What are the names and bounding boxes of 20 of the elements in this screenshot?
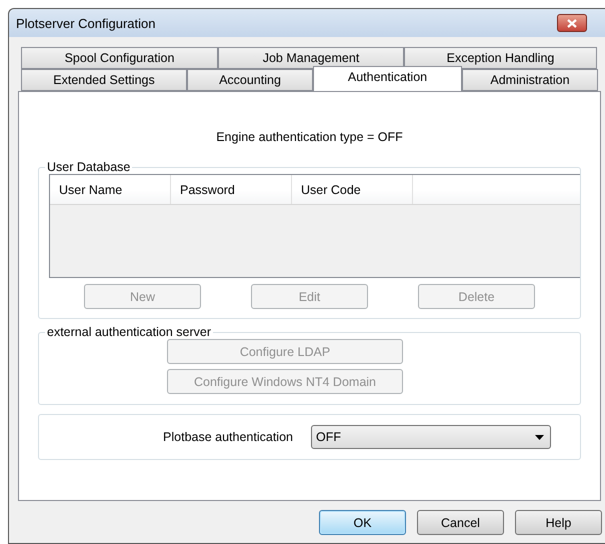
tab[interactable]: Exception Handling	[404, 47, 597, 69]
engine-status-text: Engine authentication type = OFF	[215, 130, 404, 144]
plotbase-dropdown[interactable]: OFF	[311, 425, 551, 449]
tab[interactable]: Accounting	[187, 69, 313, 91]
group-title: external authentication server	[46, 325, 212, 339]
dialog-button[interactable]: OK	[319, 510, 406, 535]
tab[interactable]: Job Management	[218, 47, 404, 69]
user-list[interactable]: User Name Password User Code	[49, 174, 580, 278]
group-title: User Database	[46, 160, 132, 174]
tab[interactable]: Spool Configuration	[21, 47, 218, 69]
dialog-button[interactable]: Cancel	[417, 510, 504, 535]
tab[interactable]: Extended Settings	[21, 69, 187, 91]
column-header[interactable]: User Name	[50, 175, 171, 204]
plotbase-label: Plotbase authentication	[162, 430, 293, 444]
window-title: Plotserver Configuration	[16, 16, 156, 30]
tab[interactable]: Administration	[462, 69, 598, 91]
tab[interactable]: Authentication	[313, 66, 462, 91]
column-header[interactable]: User Code	[292, 175, 413, 204]
column-header[interactable]: Password	[171, 175, 292, 204]
dialog-button[interactable]: Help	[515, 510, 602, 535]
